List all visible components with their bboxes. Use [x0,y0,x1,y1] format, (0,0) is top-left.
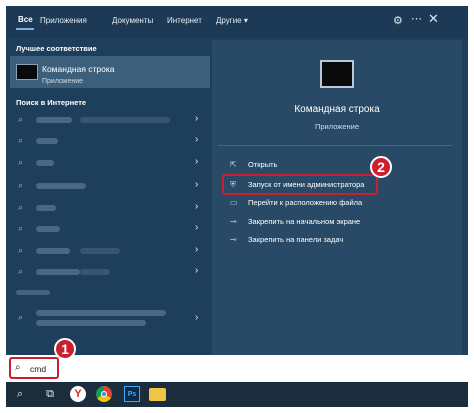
chevron-right-icon: › [195,265,199,276]
run-as-admin-highlight [222,174,378,195]
web-search-heading: Поиск в Интернете [16,98,87,107]
web-result-item[interactable]: ⌕ › [10,110,210,130]
search-icon: ⌕ [18,180,24,190]
web-result-text [36,205,56,211]
preview-app-type: Приложение [315,122,359,131]
settings-icon[interactable]: ⚙ [393,14,409,28]
search-tabs-bar: Все Приложения Документы Интернет Другие… [6,6,468,38]
chevron-right-icon: › [195,179,199,190]
web-result-item[interactable]: ⌕ › [10,198,210,218]
blurred-heading [16,290,50,295]
file-explorer-icon[interactable] [149,388,166,401]
search-input-highlight [9,357,59,379]
close-icon[interactable]: ✕ [428,11,444,27]
tab-documents[interactable]: Документы [112,16,153,25]
web-result-item[interactable]: ⌕ › [10,131,210,151]
preview-app-title: Командная строка [294,104,380,115]
action-pin-start[interactable]: Закрепить на начальном экране [248,217,360,226]
action-open-file-location[interactable]: Перейти к расположению файла [248,198,362,207]
step-badge-2: 2 [370,156,392,178]
open-icon: ⇱ [230,160,237,169]
action-open[interactable]: Открыть [248,160,277,169]
web-result-item[interactable]: ⌕ › [10,241,210,261]
pin-icon: ⊸ [230,235,237,244]
search-icon: ⌕ [18,223,24,233]
web-result-text [80,248,120,254]
search-bar[interactable] [6,355,468,382]
web-result-text [80,117,170,123]
more-options-icon[interactable]: ⋯ [411,12,425,26]
tab-all[interactable]: Все [18,15,33,24]
chevron-right-icon: › [195,244,199,255]
web-result-item[interactable]: ⌕ › [10,176,210,196]
chevron-right-icon: › [195,156,199,167]
cmd-large-icon [320,60,354,88]
best-match-type: Приложение [42,78,84,85]
action-pin-taskbar[interactable]: Закрепить на панели задач [248,235,343,244]
web-result-text [36,226,60,232]
yandex-browser-icon[interactable]: Y [70,386,86,402]
best-match-name: Командная строка [42,64,115,74]
chrome-icon-center [101,391,107,397]
web-result-item[interactable]: ⌕ › [10,219,210,239]
web-result-text [36,320,146,326]
chevron-right-icon: › [195,113,199,124]
web-result-item[interactable]: ⌕ › [10,153,210,173]
web-result-text [36,183,86,189]
search-icon: ⌕ [18,157,24,167]
search-icon: ⌕ [18,245,24,255]
preview-divider [218,145,452,146]
tab-internet[interactable]: Интернет [167,16,202,25]
chevron-right-icon: › [195,134,199,145]
chevron-right-icon: › [195,201,199,212]
web-result-item[interactable]: ⌕ › [10,305,210,331]
task-view-icon[interactable]: ⧉ [42,386,58,402]
web-result-text [36,138,58,144]
taskbar-search-icon[interactable]: ⌕ [12,386,28,402]
web-result-text [36,160,54,166]
step-badge-1: 1 [54,338,76,360]
pin-icon: ⊸ [230,217,237,226]
cmd-app-icon [16,64,38,80]
chevron-right-icon: › [195,312,199,323]
web-result-item[interactable]: ⌕ › [10,262,210,282]
web-result-text [80,269,110,275]
search-icon: ⌕ [18,114,24,124]
folder-icon: ▭ [230,198,238,207]
active-tab-indicator [16,28,34,30]
web-result-text [36,117,72,123]
web-result-text [36,248,70,254]
search-icon: ⌕ [18,135,24,145]
tab-apps[interactable]: Приложения [40,16,87,25]
search-icon: ⌕ [18,202,24,212]
tab-more[interactable]: Другие ▾ [216,16,248,25]
web-result-text [36,310,166,316]
search-icon: ⌕ [18,312,24,322]
web-result-text [36,269,80,275]
photoshop-icon[interactable]: Ps [124,386,140,402]
best-match-heading: Лучшее соответствие [16,44,97,53]
search-icon: ⌕ [18,266,24,276]
chevron-right-icon: › [195,222,199,233]
